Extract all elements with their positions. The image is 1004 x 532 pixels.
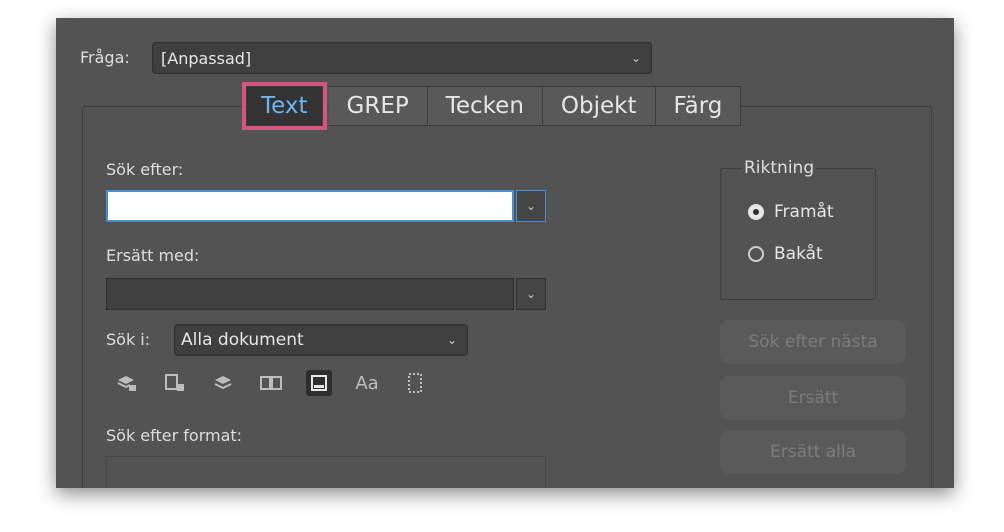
case-sensitive-icon[interactable]: Aa xyxy=(354,370,380,396)
find-input[interactable] xyxy=(106,190,514,222)
lock-layer-icon[interactable] xyxy=(114,370,140,396)
tab-farg[interactable]: Färg xyxy=(655,86,742,126)
tab-tecken[interactable]: Tecken xyxy=(427,86,543,126)
replace-all-button[interactable]: Ersätt alla xyxy=(720,430,906,474)
direction-title: Riktning xyxy=(742,158,817,178)
direction-forward-option[interactable]: Framåt xyxy=(748,202,834,222)
search-options-toolbar: Aa xyxy=(114,370,428,396)
direction-backward-label: Bakåt xyxy=(774,244,823,264)
search-in-select[interactable]: Alla dokument ⌄ xyxy=(174,324,468,356)
query-value: [Anpassad] xyxy=(161,48,252,68)
chevron-down-icon: ⌄ xyxy=(446,333,457,347)
find-format-label: Sök efter format: xyxy=(106,426,243,445)
find-label: Sök efter: xyxy=(106,160,184,179)
find-format-box[interactable] xyxy=(106,456,546,488)
replace-history-button[interactable]: ⌄ xyxy=(516,278,546,310)
master-page-icon[interactable] xyxy=(258,370,284,396)
tab-bar: Text GREP Tecken Objekt Färg xyxy=(242,82,742,130)
search-in-value: Alla dokument xyxy=(181,330,304,350)
find-replace-dialog: Fråga: [Anpassad] ⌄ Text GREP Tecken Obj… xyxy=(56,18,954,488)
hidden-layer-icon[interactable] xyxy=(210,370,236,396)
chevron-down-icon: ⌄ xyxy=(630,51,641,65)
query-select[interactable]: [Anpassad] ⌄ xyxy=(152,42,652,74)
direction-backward-option[interactable]: Bakåt xyxy=(748,244,823,264)
whole-word-icon[interactable] xyxy=(402,370,428,396)
replace-label: Ersätt med: xyxy=(106,246,200,265)
chevron-down-icon: ⌄ xyxy=(525,199,537,213)
search-in-label: Sök i: xyxy=(106,330,151,349)
radio-checked-icon xyxy=(748,204,764,220)
find-next-button[interactable]: Sök efter nästa xyxy=(720,320,906,364)
tab-grep[interactable]: GREP xyxy=(328,86,428,126)
radio-unchecked-icon xyxy=(748,246,764,262)
query-label: Fråga: xyxy=(80,48,130,67)
tab-text[interactable]: Text xyxy=(242,82,327,130)
tab-objekt[interactable]: Objekt xyxy=(542,86,656,126)
replace-button[interactable]: Ersätt xyxy=(720,376,906,420)
direction-group xyxy=(720,168,876,300)
find-history-button[interactable]: ⌄ xyxy=(516,190,546,222)
replace-input[interactable] xyxy=(106,278,514,310)
lock-item-icon[interactable] xyxy=(162,370,188,396)
chevron-down-icon: ⌄ xyxy=(525,287,537,301)
direction-forward-label: Framåt xyxy=(774,202,834,222)
footnote-icon[interactable] xyxy=(306,370,332,396)
